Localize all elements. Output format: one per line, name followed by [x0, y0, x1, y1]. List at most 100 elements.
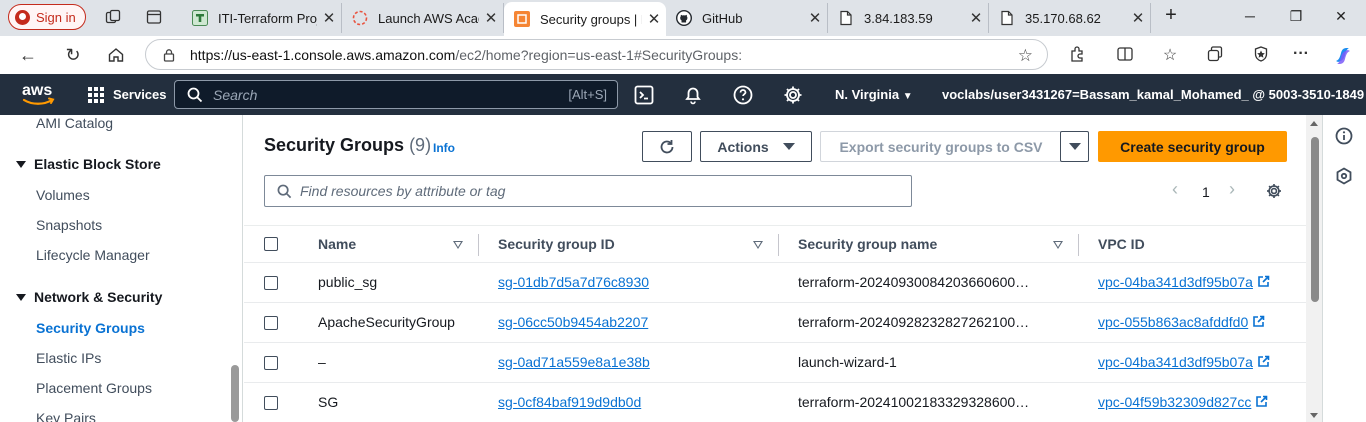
- export-csv-button[interactable]: Export security groups to CSV: [820, 131, 1062, 162]
- tab-aws-academy[interactable]: Launch AWS Acade ✕: [342, 3, 504, 33]
- security-group-id-link[interactable]: sg-01db7d5a7d76c8930: [498, 274, 649, 290]
- back-icon[interactable]: ←: [15, 43, 41, 67]
- sidebar-item-ami-catalog[interactable]: AMI Catalog: [36, 115, 113, 131]
- sidebar-item-snapshots[interactable]: Snapshots: [36, 217, 102, 233]
- create-security-group-button[interactable]: Create security group: [1098, 131, 1287, 162]
- security-group-id-link[interactable]: sg-0cf84baf919d9db0d: [498, 394, 641, 410]
- main-content: Security Groups (9) Info Actions Export …: [244, 115, 1322, 422]
- tab-actions-icon[interactable]: [145, 8, 163, 26]
- sort-icon[interactable]: [453, 241, 463, 249]
- filter-input[interactable]: Find resources by attribute or tag: [264, 175, 912, 207]
- table-preferences-gear-icon[interactable]: [1265, 182, 1283, 200]
- sidebar-scrollbar[interactable]: [231, 365, 239, 422]
- refresh-icon[interactable]: ↻: [60, 43, 86, 67]
- services-label: Services: [113, 87, 167, 102]
- sidebar-item-key-pairs[interactable]: Key Pairs: [36, 410, 96, 422]
- feedback-hexagon-icon[interactable]: [1335, 167, 1353, 185]
- sidebar-section-network-security[interactable]: Network & Security: [16, 289, 162, 305]
- close-icon[interactable]: ✕: [964, 9, 988, 27]
- collections-icon[interactable]: [1205, 45, 1225, 65]
- tab-ip-1[interactable]: 3.84.183.59 ✕: [828, 3, 989, 33]
- help-icon[interactable]: [732, 84, 754, 106]
- close-icon[interactable]: ✕: [317, 9, 341, 27]
- tab-security-groups[interactable]: Security groups | EC ✕: [504, 2, 666, 36]
- tab-ip-2[interactable]: 35.170.68.62 ✕: [989, 3, 1151, 33]
- home-icon[interactable]: [103, 43, 129, 67]
- settings-gear-icon[interactable]: [782, 84, 804, 106]
- table-row[interactable]: ApacheSecurityGroup sg-06cc50b9454ab2207…: [244, 303, 1307, 343]
- close-icon[interactable]: ✕: [1126, 9, 1150, 27]
- region-selector[interactable]: N. Virginia ▼: [835, 87, 913, 102]
- row-checkbox[interactable]: [264, 276, 278, 290]
- table-row[interactable]: SG sg-0cf84baf919d9db0d terraform-202410…: [244, 383, 1307, 422]
- aws-search-input[interactable]: Search [Alt+S]: [174, 80, 618, 109]
- aws-logo-icon[interactable]: aws: [22, 80, 56, 108]
- next-page-icon[interactable]: ›: [1229, 179, 1235, 200]
- refresh-button[interactable]: [642, 131, 692, 162]
- tab-title: Security groups | EC: [540, 11, 642, 27]
- scroll-down-icon[interactable]: [1310, 413, 1318, 418]
- column-divider[interactable]: [778, 234, 779, 256]
- current-page-number[interactable]: 1: [1202, 184, 1210, 200]
- table-row[interactable]: – sg-0ad71a559e8a1e38b launch-wizard-1 v…: [244, 343, 1307, 383]
- sidebar-section-elastic-block-store[interactable]: Elastic Block Store: [16, 156, 161, 172]
- sidebar-item-elastic-ips[interactable]: Elastic IPs: [36, 350, 101, 366]
- sidebar-item-lifecycle-manager[interactable]: Lifecycle Manager: [36, 247, 150, 263]
- security-group-id-link[interactable]: sg-0ad71a559e8a1e38b: [498, 354, 650, 370]
- vpc-id-link[interactable]: vpc-04f59b32309d827cc: [1098, 394, 1268, 410]
- new-tab-icon[interactable]: +: [1161, 4, 1181, 26]
- column-divider[interactable]: [478, 234, 479, 256]
- close-icon[interactable]: ✕: [803, 9, 827, 27]
- tab-terraform[interactable]: ITI-Terraform Proje ✕: [182, 3, 342, 33]
- row-checkbox[interactable]: [264, 316, 278, 330]
- select-all-checkbox[interactable]: [264, 237, 278, 251]
- close-icon[interactable]: ✕: [479, 9, 503, 27]
- row-checkbox[interactable]: [264, 356, 278, 370]
- close-icon[interactable]: ✕: [642, 10, 666, 28]
- page-tab-icon: [840, 10, 852, 26]
- column-header-security-group-name[interactable]: Security group name: [798, 236, 937, 252]
- column-header-name[interactable]: Name: [318, 236, 356, 252]
- extensions-icon[interactable]: [1067, 45, 1087, 65]
- account-menu[interactable]: voclabs/user3431267=Bassam_kamal_Mohamed…: [942, 87, 1366, 102]
- actions-dropdown[interactable]: Actions: [700, 131, 812, 162]
- sidebar-item-placement-groups[interactable]: Placement Groups: [36, 380, 152, 396]
- table-row[interactable]: public_sg sg-01db7d5a7d76c8930 terraform…: [244, 263, 1307, 303]
- address-bar[interactable]: https://us-east-1.console.aws.amazon.com…: [145, 39, 1048, 70]
- minimize-icon[interactable]: ─: [1240, 8, 1260, 28]
- info-circle-icon[interactable]: [1335, 127, 1353, 145]
- favorite-star-icon[interactable]: ☆: [1018, 46, 1033, 66]
- sidebar-item-security-groups[interactable]: Security Groups: [36, 320, 145, 336]
- split-screen-icon[interactable]: [1115, 45, 1135, 65]
- column-divider[interactable]: [1078, 234, 1079, 256]
- scroll-up-icon[interactable]: [1310, 121, 1318, 126]
- restore-icon[interactable]: ❐: [1286, 8, 1306, 28]
- vpc-id-link[interactable]: vpc-04ba341d3df95b07a: [1098, 274, 1270, 290]
- tab-github[interactable]: GitHub ✕: [666, 3, 828, 33]
- copilot-icon[interactable]: [1332, 45, 1352, 65]
- notifications-bell-icon[interactable]: [682, 84, 704, 106]
- sidebar-item-volumes[interactable]: Volumes: [36, 187, 90, 203]
- export-options-dropdown[interactable]: [1060, 131, 1089, 162]
- close-window-icon[interactable]: ✕: [1331, 8, 1351, 28]
- security-group-id-link[interactable]: sg-06cc50b9454ab2207: [498, 314, 648, 330]
- sort-icon[interactable]: [1053, 241, 1063, 249]
- browser-essentials-icon[interactable]: [1251, 45, 1271, 65]
- external-link-icon: [1256, 395, 1268, 407]
- vpc-id-link[interactable]: vpc-04ba341d3df95b07a: [1098, 354, 1270, 370]
- info-link[interactable]: Info: [433, 141, 455, 155]
- column-header-vpc-id[interactable]: VPC ID: [1098, 236, 1145, 252]
- column-header-security-group-id[interactable]: Security group ID: [498, 236, 615, 252]
- scrollbar-thumb[interactable]: [1311, 137, 1319, 302]
- favorites-icon[interactable]: ☆: [1160, 45, 1180, 65]
- sort-icon[interactable]: [753, 241, 763, 249]
- sign-in-button[interactable]: Sign in: [8, 4, 86, 30]
- more-options-icon[interactable]: ···: [1291, 45, 1311, 65]
- row-checkbox[interactable]: [264, 396, 278, 410]
- cloudshell-icon[interactable]: [633, 84, 655, 106]
- services-menu[interactable]: Services: [88, 74, 167, 115]
- vpc-id-link[interactable]: vpc-055b863ac8afddfd0: [1098, 314, 1265, 330]
- workspaces-icon[interactable]: [104, 8, 122, 26]
- previous-page-icon[interactable]: ‹: [1172, 179, 1178, 200]
- page-scrollbar[interactable]: [1306, 115, 1322, 422]
